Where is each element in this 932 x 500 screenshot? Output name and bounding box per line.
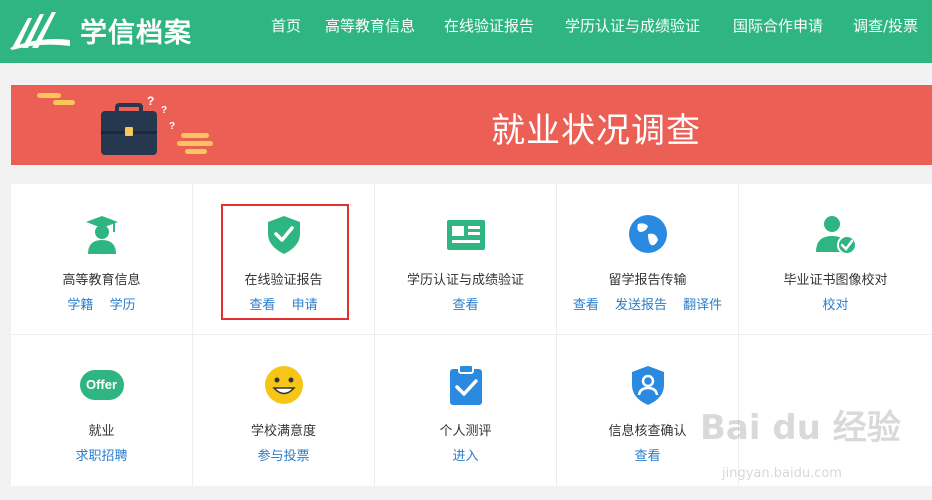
service-links: 求职招聘 xyxy=(11,445,192,464)
link-send-report[interactable]: 发送报告 xyxy=(615,298,667,313)
banner-title: 就业状况调查 xyxy=(491,111,701,151)
link-student-status[interactable]: 学籍 xyxy=(67,298,93,313)
user-check-icon xyxy=(815,216,857,255)
shield-user-icon xyxy=(631,366,664,405)
link-job-search[interactable]: 求职招聘 xyxy=(75,449,127,464)
link-view-abroad[interactable]: 查看 xyxy=(573,298,599,313)
offer-icon: Offer xyxy=(79,370,124,400)
link-degree[interactable]: 学历 xyxy=(110,298,136,313)
service-title: 高等教育信息 xyxy=(62,273,141,288)
service-title: 毕业证书图像校对 xyxy=(783,273,888,288)
logo[interactable]: 学信档案 xyxy=(10,6,192,54)
service-links: 进入 xyxy=(375,445,556,464)
graduate-icon xyxy=(85,216,118,254)
service-diploma-check: 毕业证书图像校对 校对 xyxy=(739,184,932,335)
certificate-card-icon xyxy=(446,220,485,250)
service-links: 查看 发送报告 翻译件 xyxy=(557,294,738,313)
globe-icon xyxy=(628,215,667,253)
service-links: 学籍 学历 xyxy=(11,294,192,313)
smiley-icon xyxy=(264,366,303,404)
service-links: 校对 xyxy=(739,294,932,313)
service-degree-certification: 学历认证与成绩验证 查看 xyxy=(375,184,557,335)
briefcase-illustration: ? ? ? xyxy=(37,93,213,155)
highlight-box xyxy=(221,204,349,320)
watermark-logo: Bai du 经验 xyxy=(700,408,901,448)
service-study-abroad-report: 留学报告传输 查看 发送报告 翻译件 xyxy=(557,184,739,335)
link-vote[interactable]: 参与投票 xyxy=(257,449,309,464)
service-title: 就业 xyxy=(88,424,115,439)
nav-online-verification[interactable]: 在线验证报告 xyxy=(444,15,534,36)
clipboard-check-icon xyxy=(449,364,482,405)
link-proofread[interactable]: 校对 xyxy=(822,298,848,313)
service-title: 个人测评 xyxy=(439,424,492,439)
service-links: 参与投票 xyxy=(193,445,374,464)
svg-text:?: ? xyxy=(161,105,167,116)
service-title: 留学报告传输 xyxy=(608,273,687,288)
service-personal-assessment: 个人测评 进入 xyxy=(375,335,557,486)
nav-degree-certification[interactable]: 学历认证与成绩验证 xyxy=(565,15,700,36)
logo-text: 学信档案 xyxy=(80,17,192,49)
link-translation[interactable]: 翻译件 xyxy=(683,298,722,313)
link-view-certification[interactable]: 查看 xyxy=(452,298,478,313)
service-school-satisfaction: 学校满意度 参与投票 xyxy=(193,335,375,486)
logo-icon xyxy=(10,12,70,50)
service-higher-education: 高等教育信息 学籍 学历 xyxy=(11,184,193,335)
service-title: 学校满意度 xyxy=(250,424,316,439)
nav-higher-education[interactable]: 高等教育信息 xyxy=(325,15,415,36)
service-links: 查看 xyxy=(375,294,556,313)
nav-home[interactable]: 首页 xyxy=(271,15,301,36)
nav-survey[interactable]: 调查/投票 xyxy=(853,15,918,36)
survey-banner[interactable]: ? ? ? 就业状况调查 xyxy=(11,85,932,165)
service-title: 学历认证与成绩验证 xyxy=(406,273,524,288)
link-view-info[interactable]: 查看 xyxy=(634,449,660,464)
watermark-url: jingyan.baidu.com xyxy=(722,466,842,481)
svg-text:?: ? xyxy=(169,121,175,132)
service-employment: Offer 就业 求职招聘 xyxy=(11,335,193,486)
link-enter[interactable]: 进入 xyxy=(452,449,478,464)
nav-international[interactable]: 国际合作申请 xyxy=(733,15,823,36)
svg-text:?: ? xyxy=(147,94,154,108)
header-bar: 学信档案 首页 高等教育信息 在线验证报告 学历认证与成绩验证 国际合作申请 调… xyxy=(0,0,932,63)
